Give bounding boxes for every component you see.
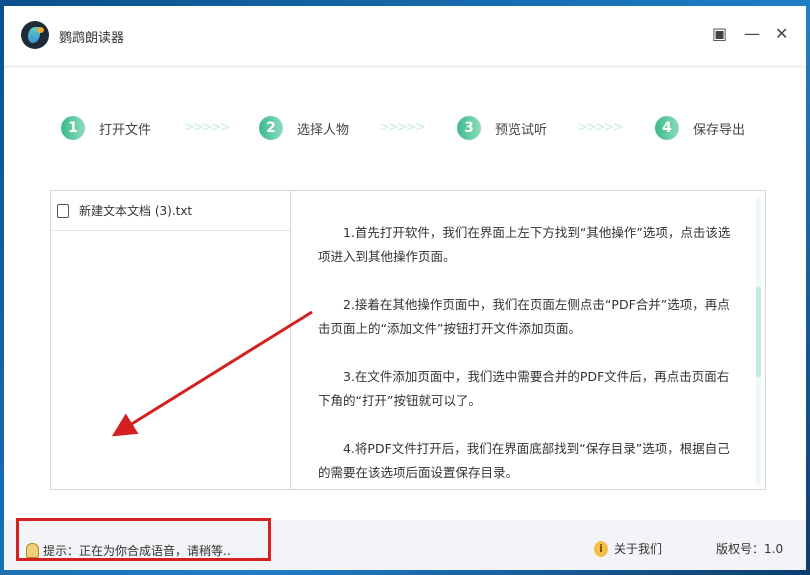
- version-label: 版权号：1.0: [716, 542, 784, 556]
- file-list-item[interactable]: 新建文本文档 (3).txt: [51, 191, 290, 231]
- content-panel: 新建文本文档 (3).txt 1.首先打开软件，我们在界面上左下方找到“其他操作…: [50, 190, 766, 490]
- app-window: 鹦鹉朗读器 ▣ — ✕ 1 打开文件 >>>>> 2 选择人物 >>>>> 3 预览试…: [4, 6, 806, 570]
- step-separator: >>>>>: [184, 120, 230, 135]
- scrollbar[interactable]: [756, 197, 761, 485]
- about-us-link[interactable]: i 关于我们: [594, 540, 662, 557]
- step-number: 3: [457, 116, 481, 140]
- step-separator: >>>>>: [379, 120, 425, 135]
- paragraph: 1.首先打开软件，我们在界面上左下方找到“其他操作”选项，点击该选项进入到其他操…: [318, 225, 731, 264]
- layout-icon[interactable]: ▣: [712, 24, 727, 43]
- scrollbar-thumb[interactable]: [756, 287, 761, 377]
- step-number: 2: [259, 116, 283, 140]
- paragraph: 3.在文件添加页面中，我们选中需要合并的PDF文件后，再点击页面右下角的“打开”…: [318, 369, 730, 408]
- about-label: 关于我们: [614, 542, 663, 556]
- minimize-button[interactable]: —: [744, 24, 760, 43]
- step-number: 1: [61, 116, 85, 140]
- step-separator: >>>>>: [577, 120, 623, 135]
- step-select-voice[interactable]: 2 选择人物: [259, 116, 349, 140]
- step-label: 打开文件: [99, 122, 152, 138]
- step-label: 选择人物: [297, 122, 350, 138]
- file-name: 新建文本文档 (3).txt: [79, 204, 193, 218]
- info-icon: i: [594, 540, 608, 557]
- app-title: 鹦鹉朗读器: [59, 31, 125, 46]
- text-preview[interactable]: 1.首先打开软件，我们在界面上左下方找到“其他操作”选项，点击该选项进入到其他操…: [292, 191, 765, 489]
- parrot-logo-icon: [21, 21, 49, 49]
- annotation-highlight-box: [16, 518, 271, 561]
- title-bar: 鹦鹉朗读器 ▣ — ✕: [4, 6, 806, 68]
- paragraph: 4.将PDF文件打开后，我们在界面底部找到“保存目录”选项，根据自己的需要在该选…: [318, 441, 730, 480]
- text-file-icon: [57, 203, 69, 218]
- file-list: 新建文本文档 (3).txt: [51, 191, 291, 489]
- step-number: 4: [655, 116, 679, 140]
- close-button[interactable]: ✕: [775, 24, 788, 43]
- step-save-export[interactable]: 4 保存导出: [655, 116, 745, 140]
- step-preview[interactable]: 3 预览试听: [457, 116, 547, 140]
- step-label: 保存导出: [693, 122, 746, 138]
- step-label: 预览试听: [495, 122, 548, 138]
- step-open-file[interactable]: 1 打开文件: [61, 116, 151, 140]
- paragraph: 2.接着在其他操作页面中，我们在页面左侧点击“PDF合并”选项，再点击页面上的“…: [318, 297, 730, 336]
